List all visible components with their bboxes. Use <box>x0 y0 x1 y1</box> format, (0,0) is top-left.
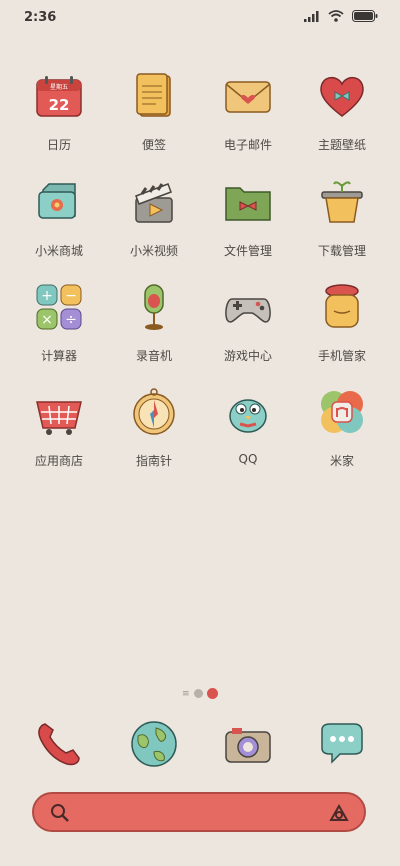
microphone-icon <box>144 284 164 330</box>
app-security[interactable]: 手机管家 <box>294 281 390 364</box>
status-icons <box>304 10 378 22</box>
globe-icon <box>131 721 177 767</box>
app-email[interactable]: 电子邮件 <box>200 70 296 153</box>
page-dot-flower-gray-icon <box>193 689 203 698</box>
status-time: 2:36 <box>24 10 57 25</box>
svg-text:+: + <box>41 288 53 304</box>
search-icon <box>51 804 69 822</box>
app-game-center[interactable]: 游戏中心 <box>200 281 296 364</box>
app-label: 米家 <box>329 454 354 468</box>
app-label: QQ <box>238 452 258 466</box>
app-mijia[interactable]: 米家 <box>294 386 390 469</box>
file-folder-icon <box>225 187 271 221</box>
gamepad-icon <box>225 298 271 323</box>
app-mi-video[interactable]: 小米视频 <box>106 176 202 259</box>
status-bar: 2:36 <box>0 0 400 34</box>
dock-browser[interactable] <box>106 718 202 774</box>
mi-store-icon <box>38 183 76 219</box>
voice-assistant-icon[interactable] <box>328 803 350 823</box>
app-theme[interactable]: 主题壁纸 <box>294 70 390 153</box>
app-recorder[interactable]: 录音机 <box>106 281 202 364</box>
app-label: 小米商城 <box>34 244 83 258</box>
app-calendar[interactable]: 星期五 22 日历 <box>11 70 107 153</box>
qq-bird-icon <box>229 399 267 433</box>
dock-phone[interactable] <box>11 718 107 774</box>
app-notes[interactable]: 便签 <box>106 70 202 153</box>
dock-camera[interactable] <box>200 718 296 774</box>
app-label: 下载管理 <box>317 244 366 258</box>
app-app-store[interactable]: 应用商店 <box>11 386 107 469</box>
compass-icon <box>133 388 175 435</box>
app-label: 电子邮件 <box>223 138 272 152</box>
app-compass[interactable]: 指南针 <box>106 386 202 469</box>
message-icon <box>321 723 363 764</box>
battery-icon <box>352 10 378 22</box>
app-mi-store[interactable]: 小米商城 <box>11 176 107 259</box>
app-label: 应用商店 <box>34 454 83 468</box>
mijia-flower-icon <box>321 391 363 433</box>
app-label: 游戏中心 <box>223 349 272 363</box>
app-label: 录音机 <box>135 349 172 363</box>
app-label: 日历 <box>46 138 71 152</box>
wifi-icon <box>328 10 344 22</box>
video-clapper-icon <box>135 183 173 223</box>
app-file-manager[interactable]: 文件管理 <box>200 176 296 259</box>
download-pot-icon <box>321 181 363 223</box>
svg-text:−: − <box>65 288 77 304</box>
svg-text:×: × <box>41 312 53 328</box>
security-jar-icon <box>325 284 359 328</box>
theme-heart-icon <box>320 76 364 117</box>
app-label: 指南针 <box>135 454 172 468</box>
notes-icon <box>136 73 171 117</box>
app-download-manager[interactable]: 下载管理 <box>294 176 390 259</box>
page-dot-list-icon: ≡ <box>182 688 190 699</box>
app-label: 便签 <box>141 138 166 152</box>
app-label: 手机管家 <box>317 349 366 363</box>
app-label: 文件管理 <box>223 244 272 258</box>
svg-text:22: 22 <box>49 96 70 114</box>
shopping-basket-icon <box>36 401 82 435</box>
signal-icon <box>304 10 319 22</box>
page-indicator[interactable]: ≡ <box>182 688 218 699</box>
app-label: 主题壁纸 <box>317 138 366 152</box>
calculator-icon: + − × ÷ <box>36 284 82 330</box>
email-icon <box>225 81 271 113</box>
search-bar[interactable] <box>32 792 366 832</box>
phone-icon <box>38 723 80 766</box>
svg-text:星期五: 星期五 <box>50 83 68 91</box>
app-qq[interactable]: QQ <box>200 386 296 466</box>
page-dot-flower-red-icon <box>206 688 218 699</box>
dock-messages[interactable] <box>294 718 390 774</box>
app-label: 小米视频 <box>129 244 178 258</box>
app-label: 计算器 <box>40 349 77 363</box>
calendar-icon: 星期五 22 <box>36 76 82 117</box>
camera-icon <box>225 728 271 763</box>
app-calculator[interactable]: + − × ÷ 计算器 <box>11 281 107 364</box>
svg-text:÷: ÷ <box>65 312 77 328</box>
